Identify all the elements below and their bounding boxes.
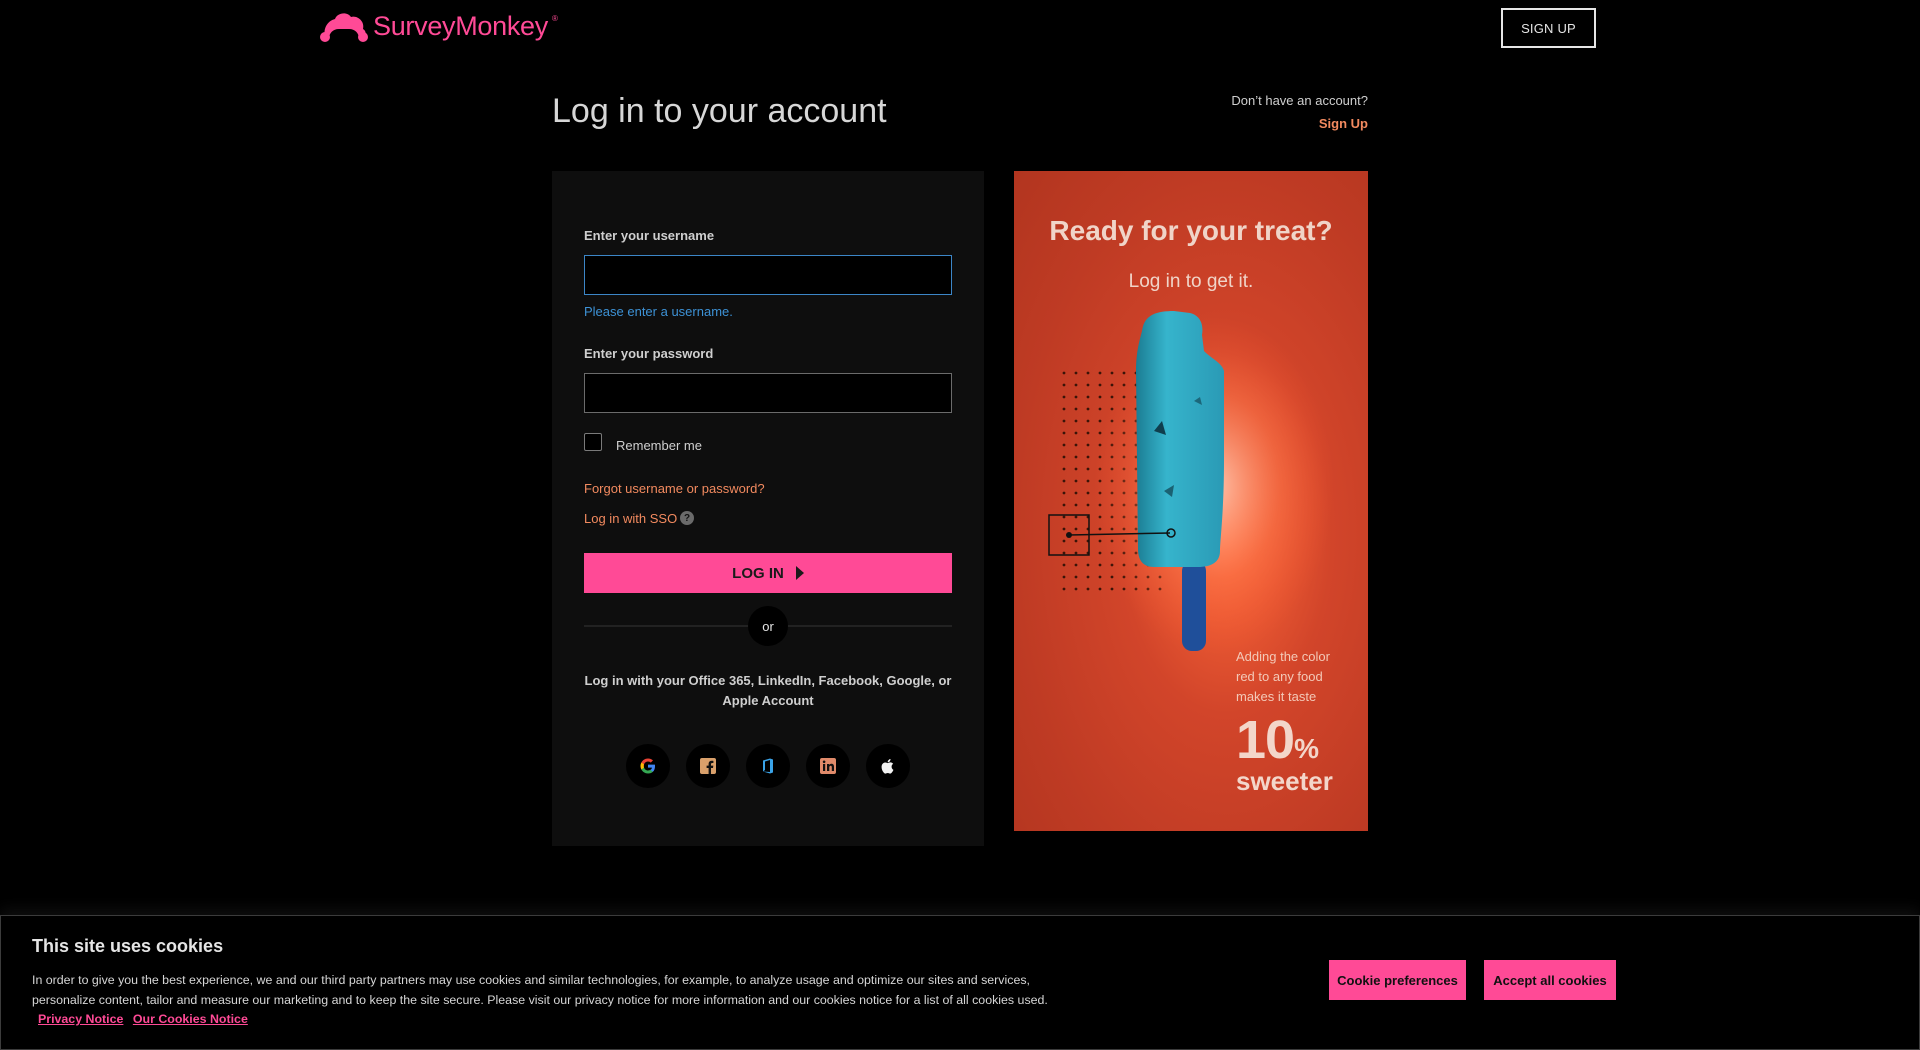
signup-link[interactable]: Sign Up	[1231, 116, 1368, 131]
cookie-banner: This site uses cookies In order to give …	[0, 915, 1920, 1050]
cookie-title: This site uses cookies	[32, 936, 224, 956]
sso-login-link[interactable]: Log in with SSO	[584, 511, 677, 526]
cookie-body-text: In order to give you the best experience…	[32, 973, 1048, 1007]
login-form-panel: Enter your username Please enter a usern…	[552, 171, 984, 846]
login-button[interactable]: LOG IN	[584, 553, 952, 593]
login-button-label: LOG IN	[732, 564, 784, 582]
google-login-button[interactable]	[626, 744, 670, 788]
linkedin-login-button[interactable]	[806, 744, 850, 788]
google-icon	[640, 758, 655, 774]
remember-me-label: Remember me	[616, 438, 702, 453]
no-account-text: Don’t have an account?	[1231, 93, 1368, 108]
or-label: or	[748, 606, 788, 646]
accept-all-cookies-button[interactable]: Accept all cookies	[1484, 960, 1616, 1000]
logo-wordmark: SurveyMonkey	[373, 10, 548, 41]
page-title: Log in to your account	[552, 92, 887, 130]
promo-sweeter: sweeter	[1236, 766, 1333, 796]
promo-subtitle: Log in to get it.	[1128, 271, 1254, 292]
promo-panel: Ready for your treat? Log in to get it.	[1014, 171, 1368, 831]
facebook-icon	[700, 758, 716, 774]
privacy-notice-link[interactable]: Privacy Notice	[38, 1012, 123, 1026]
facebook-login-button[interactable]	[686, 744, 730, 788]
percent-symbol: %	[1294, 733, 1319, 764]
cookies-notice-link[interactable]: Our Cookies Notice	[133, 1012, 248, 1026]
social-login-text: Log in with your Office 365, LinkedIn, F…	[584, 673, 952, 708]
username-label: Enter your username	[584, 228, 715, 243]
linkedin-icon	[820, 758, 836, 774]
cookie-preferences-button[interactable]: Cookie preferences	[1329, 960, 1466, 1000]
percent-value: 10	[1236, 710, 1295, 770]
office365-icon	[763, 758, 773, 774]
promo-title: Ready for your treat?	[1049, 215, 1333, 246]
forgot-password-link[interactable]: Forgot username or password?	[584, 481, 765, 496]
monkey-logo-icon	[320, 13, 368, 42]
promo-percent: 10%	[1236, 709, 1319, 771]
password-label: Enter your password	[584, 346, 714, 361]
cookie-body: In order to give you the best experience…	[32, 971, 1052, 1030]
apple-icon	[881, 759, 894, 774]
apple-login-button[interactable]	[866, 744, 910, 788]
username-input[interactable]	[584, 255, 952, 295]
header-signup-button[interactable]: SIGN UP	[1501, 8, 1596, 48]
promo-fact: Adding the color red to any food makes i…	[1236, 649, 1330, 704]
social-login-buttons	[552, 744, 984, 788]
remember-me-checkbox[interactable]	[584, 433, 602, 451]
help-icon[interactable]: ?	[680, 511, 694, 525]
no-account-prompt: Don’t have an account? Sign Up	[1231, 93, 1368, 131]
username-error-hint: Please enter a username.	[584, 304, 733, 319]
office365-login-button[interactable]	[746, 744, 790, 788]
registered-mark: ®	[551, 14, 558, 23]
play-arrow-icon	[795, 566, 804, 580]
surveymonkey-logo[interactable]: SurveyMonkey ®	[319, 8, 558, 44]
password-input[interactable]	[584, 373, 952, 413]
